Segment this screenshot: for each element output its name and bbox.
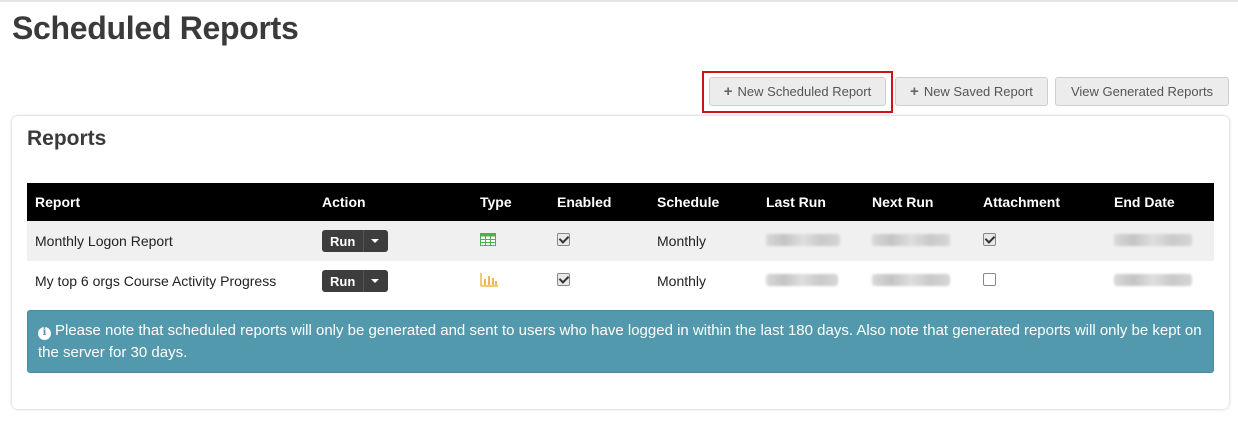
- enabled-checkbox[interactable]: [557, 273, 570, 286]
- plus-icon: +: [723, 83, 733, 100]
- run-label: Run: [330, 273, 356, 289]
- column-header-end-date[interactable]: End Date: [1106, 183, 1214, 221]
- column-header-last-run[interactable]: Last Run: [758, 183, 864, 221]
- enabled-cell: [549, 261, 649, 301]
- new-saved-report-button[interactable]: + New Saved Report: [895, 77, 1048, 106]
- type-cell: [472, 221, 549, 261]
- column-header-report[interactable]: Report: [27, 183, 314, 221]
- run-dropdown-button[interactable]: Run: [322, 230, 388, 252]
- next-run-cell: [864, 221, 975, 261]
- schedule-cell: Monthly: [657, 233, 707, 249]
- top-border: [0, 0, 1238, 2]
- redacted-value: [766, 274, 838, 286]
- next-run-cell: [864, 261, 975, 301]
- table-icon: [480, 233, 496, 246]
- end-date-cell: [1106, 221, 1214, 261]
- redacted-value: [1114, 274, 1192, 286]
- reports-table: Report Action Type Enabled Schedule Last…: [27, 183, 1214, 301]
- column-header-schedule[interactable]: Schedule: [649, 183, 758, 221]
- attachment-cell: [975, 221, 1106, 261]
- column-header-next-run[interactable]: Next Run: [864, 183, 975, 221]
- caret-down-icon: [371, 239, 380, 243]
- attachment-checkbox[interactable]: [983, 233, 996, 246]
- attachment-checkbox[interactable]: [983, 273, 996, 286]
- table-row[interactable]: Monthly Logon Report Run Monthly: [27, 221, 1214, 261]
- attachment-cell: [975, 261, 1106, 301]
- report-name[interactable]: Monthly Logon Report: [27, 221, 314, 261]
- panel-title: Reports: [27, 127, 107, 150]
- page-title: Scheduled Reports: [12, 10, 299, 46]
- caret-down-icon: [371, 279, 380, 283]
- view-generated-reports-label: View Generated Reports: [1070, 84, 1214, 99]
- table-header-row: Report Action Type Enabled Schedule Last…: [27, 183, 1214, 221]
- plus-icon: +: [910, 83, 919, 100]
- new-scheduled-report-button[interactable]: + New Scheduled Report: [709, 77, 886, 106]
- column-header-enabled[interactable]: Enabled: [549, 183, 649, 221]
- view-generated-reports-button[interactable]: View Generated Reports: [1055, 77, 1229, 106]
- reports-panel: Reports Report Action Type Enabled Sched…: [12, 116, 1229, 409]
- bar-chart-icon: [480, 272, 498, 287]
- table-row[interactable]: My top 6 orgs Course Activity Progress R…: [27, 261, 1214, 301]
- schedule-cell: Monthly: [657, 273, 707, 289]
- new-scheduled-report-label: New Scheduled Report: [737, 84, 872, 99]
- last-run-cell: [758, 221, 864, 261]
- alert-text: Please note that scheduled reports will …: [38, 322, 1202, 361]
- end-date-cell: [1106, 261, 1214, 301]
- new-saved-report-label: New Saved Report: [923, 84, 1033, 99]
- redacted-value: [872, 234, 950, 246]
- action-cell: Run: [314, 221, 472, 261]
- run-label: Run: [330, 233, 356, 249]
- info-alert: i Please note that scheduled reports will…: [27, 310, 1214, 373]
- info-icon: i: [38, 326, 51, 340]
- report-name[interactable]: My top 6 orgs Course Activity Progress: [27, 261, 314, 301]
- action-cell: Run: [314, 261, 472, 301]
- column-header-action[interactable]: Action: [314, 183, 472, 221]
- redacted-value: [1114, 234, 1192, 246]
- last-run-cell: [758, 261, 864, 301]
- enabled-checkbox[interactable]: [557, 233, 570, 246]
- run-dropdown-button[interactable]: Run: [322, 270, 388, 292]
- redacted-value: [766, 234, 840, 246]
- enabled-cell: [549, 221, 649, 261]
- redacted-value: [872, 274, 950, 286]
- column-header-attachment[interactable]: Attachment: [975, 183, 1106, 221]
- column-header-type[interactable]: Type: [472, 183, 549, 221]
- type-cell: [472, 261, 549, 301]
